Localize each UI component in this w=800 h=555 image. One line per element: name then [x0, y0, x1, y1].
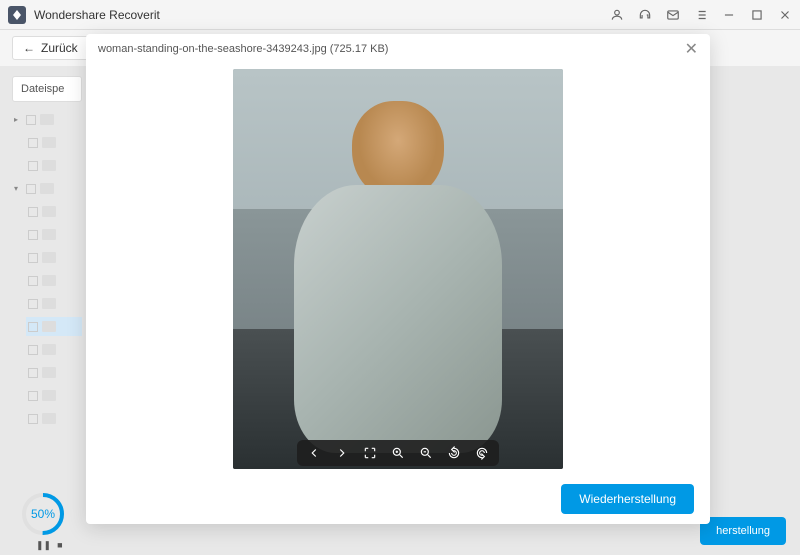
folder-icon — [42, 206, 56, 217]
chevron-right-icon: ▸ — [14, 115, 22, 124]
checkbox[interactable] — [26, 184, 36, 194]
next-icon[interactable] — [335, 446, 349, 460]
preview-body — [86, 64, 710, 474]
tree-item[interactable] — [26, 363, 82, 382]
tree-item[interactable] — [26, 248, 82, 267]
checkbox[interactable] — [28, 391, 38, 401]
folder-icon — [42, 275, 56, 286]
checkbox[interactable] — [28, 299, 38, 309]
checkbox[interactable] — [28, 276, 38, 286]
folder-icon — [42, 298, 56, 309]
stop-icon[interactable]: ■ — [57, 540, 62, 551]
tree-header[interactable]: Dateispe — [12, 76, 82, 102]
checkbox[interactable] — [28, 230, 38, 240]
modal-footer: Wiederherstellung — [86, 474, 710, 524]
fullscreen-icon[interactable] — [363, 446, 377, 460]
checkbox[interactable] — [28, 345, 38, 355]
preview-image — [233, 69, 563, 469]
tree-item[interactable] — [26, 271, 82, 290]
progress-percent: 50% — [20, 491, 66, 537]
rotate-right-icon[interactable] — [475, 446, 489, 460]
back-button[interactable]: ← Zurück — [12, 36, 89, 60]
folder-icon — [40, 183, 54, 194]
user-icon[interactable] — [610, 8, 624, 22]
zoom-in-icon[interactable] — [391, 446, 405, 460]
tree-item[interactable] — [26, 202, 82, 221]
arrow-left-icon: ← — [23, 41, 35, 55]
sidebar: Dateispe ▸ ▾ — [12, 76, 82, 506]
modal-filename: woman-standing-on-the-seashore-3439243.j… — [98, 43, 685, 55]
app-title: Wondershare Recoverit — [34, 8, 610, 22]
headset-icon[interactable] — [638, 8, 652, 22]
tree-item[interactable]: ▾ — [12, 179, 82, 198]
checkbox[interactable] — [28, 253, 38, 263]
folder-icon — [42, 137, 56, 148]
tree-item[interactable] — [26, 294, 82, 313]
tree-item[interactable] — [26, 317, 82, 336]
chevron-down-icon: ▾ — [14, 184, 22, 193]
folder-icon — [42, 413, 56, 424]
titlebar: Wondershare Recoverit — [0, 0, 800, 30]
close-icon[interactable]: ✕ — [685, 39, 698, 59]
folder-icon — [42, 160, 56, 171]
scan-controls: ❚❚ ■ — [36, 540, 63, 551]
checkbox[interactable] — [28, 161, 38, 171]
checkbox[interactable] — [28, 207, 38, 217]
prev-icon[interactable] — [307, 446, 321, 460]
folder-icon — [42, 390, 56, 401]
checkbox[interactable] — [28, 414, 38, 424]
folder-icon — [42, 344, 56, 355]
checkbox[interactable] — [26, 115, 36, 125]
minimize-icon[interactable] — [722, 8, 736, 22]
rotate-left-icon[interactable] — [447, 446, 461, 460]
progress-ring: 50% — [20, 491, 66, 537]
folder-icon — [42, 321, 56, 332]
checkbox[interactable] — [28, 138, 38, 148]
tree-item[interactable] — [26, 340, 82, 359]
pause-icon[interactable]: ❚❚ — [36, 540, 51, 551]
preview-modal: woman-standing-on-the-seashore-3439243.j… — [86, 34, 710, 524]
recover-button-bg[interactable]: herstellung — [700, 517, 786, 545]
list-icon[interactable] — [694, 8, 708, 22]
mail-icon[interactable] — [666, 8, 680, 22]
back-label: Zurück — [41, 41, 78, 55]
folder-icon — [42, 367, 56, 378]
tree-item[interactable]: ▸ — [12, 110, 82, 129]
recover-button[interactable]: Wiederherstellung — [561, 484, 694, 514]
maximize-icon[interactable] — [750, 8, 764, 22]
image-toolbar — [297, 440, 499, 466]
tree-item[interactable] — [26, 409, 82, 428]
tree-item[interactable] — [26, 133, 82, 152]
tree-item[interactable] — [26, 225, 82, 244]
zoom-out-icon[interactable] — [419, 446, 433, 460]
checkbox[interactable] — [28, 322, 38, 332]
modal-header: woman-standing-on-the-seashore-3439243.j… — [86, 34, 710, 64]
folder-icon — [42, 229, 56, 240]
tree-item[interactable] — [26, 386, 82, 405]
close-icon[interactable] — [778, 8, 792, 22]
folder-icon — [40, 114, 54, 125]
folder-icon — [42, 252, 56, 263]
checkbox[interactable] — [28, 368, 38, 378]
app-icon — [8, 6, 26, 24]
tree-item[interactable] — [26, 156, 82, 175]
